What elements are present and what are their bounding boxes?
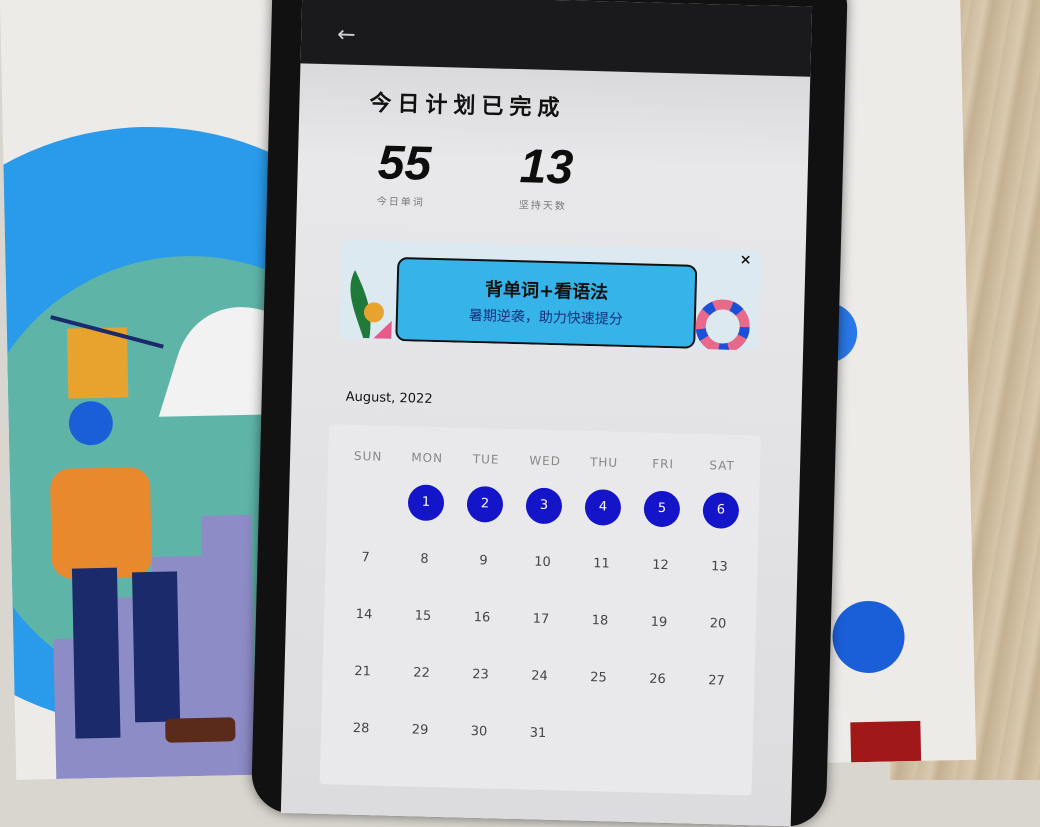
- calendar-day-completed[interactable]: 6: [702, 492, 740, 529]
- calendar-day[interactable]: 16: [454, 600, 511, 637]
- promo-banner[interactable]: 背单词+看语法 暑期逆袭，助力快速提分 ×: [339, 239, 762, 351]
- calendar-day[interactable]: 23: [452, 657, 509, 694]
- app-top-bar: ←: [300, 0, 813, 77]
- stat-label: 坚持天数: [518, 200, 567, 213]
- calendar-day[interactable]: 28: [333, 710, 390, 747]
- weekday-header: TUE: [472, 452, 500, 467]
- banner-card: 背单词+看语法 暑期逆袭，助力快速提分: [395, 256, 698, 349]
- stat-value: 13: [519, 140, 574, 195]
- calendar-day[interactable]: 26: [629, 661, 686, 698]
- calendar-day[interactable]: 21: [334, 653, 391, 690]
- calendar-day[interactable]: 9: [455, 543, 512, 580]
- close-icon[interactable]: ×: [740, 252, 752, 268]
- phone-screen: ← 今日计划已完成 55 今日单词 13 坚持天数 背单词+看语法 暑期逆袭，助…: [280, 0, 813, 827]
- calendar-day[interactable]: 18: [571, 603, 628, 640]
- calendar-month: August, 2022: [345, 389, 433, 407]
- stat-streak-days: 13 坚持天数: [519, 139, 574, 212]
- calendar-day[interactable]: 24: [511, 658, 568, 695]
- calendar-day[interactable]: 29: [392, 712, 449, 749]
- calendar-day-completed[interactable]: 5: [643, 490, 681, 528]
- plant-illustration-icon: [350, 269, 392, 339]
- checkin-calendar: SUN MON TUE WED THU FRI SAT 1 2 3 4 5 6 7 8 9 10 11 12 13 14…: [319, 424, 761, 796]
- calendar-day[interactable]: 8: [396, 541, 453, 578]
- calendar-day[interactable]: 22: [393, 655, 450, 692]
- calendar-day[interactable]: 17: [513, 601, 570, 638]
- calendar-day[interactable]: 19: [630, 604, 687, 641]
- calendar-day[interactable]: 11: [573, 546, 630, 583]
- calendar-day[interactable]: 14: [336, 596, 393, 633]
- smartphone: ← 今日计划已完成 55 今日单词 13 坚持天数 背单词+看语法 暑期逆袭，助…: [250, 0, 849, 827]
- stat-value: 55: [377, 136, 432, 191]
- calendar-day[interactable]: 13: [691, 549, 748, 586]
- calendar-day-completed[interactable]: 2: [466, 485, 504, 523]
- calendar-day-completed[interactable]: 3: [525, 487, 563, 525]
- calendar-day[interactable]: 10: [514, 544, 571, 581]
- calendar-day[interactable]: 31: [510, 715, 567, 752]
- plan-completed-title: 今日计划已完成: [369, 91, 566, 122]
- calendar-day[interactable]: 15: [395, 598, 452, 635]
- weekday-header: SAT: [709, 458, 735, 473]
- calendar-day[interactable]: 7: [337, 540, 394, 577]
- calendar-day[interactable]: 27: [688, 663, 745, 700]
- calendar-day[interactable]: 12: [632, 547, 689, 584]
- calendar-day-completed[interactable]: 1: [407, 484, 445, 522]
- calendar-day[interactable]: 20: [689, 606, 746, 643]
- weekday-header: MON: [411, 450, 444, 466]
- weekday-header: WED: [529, 453, 562, 469]
- back-arrow-icon[interactable]: ←: [337, 22, 356, 47]
- weekday-header: SUN: [353, 448, 383, 464]
- banner-subtitle: 暑期逆袭，助力快速提分: [468, 307, 624, 328]
- banner-title: 背单词+看语法: [484, 279, 609, 304]
- swim-ring-icon: [695, 299, 750, 351]
- weekday-header: FRI: [652, 456, 675, 472]
- stat-words-today: 55 今日单词: [377, 135, 432, 208]
- calendar-day[interactable]: 30: [451, 714, 508, 751]
- calendar-day[interactable]: 25: [570, 660, 627, 697]
- stat-label: 今日单词: [376, 196, 425, 209]
- calendar-day-completed[interactable]: 4: [584, 488, 622, 526]
- weekday-header: THU: [589, 455, 619, 470]
